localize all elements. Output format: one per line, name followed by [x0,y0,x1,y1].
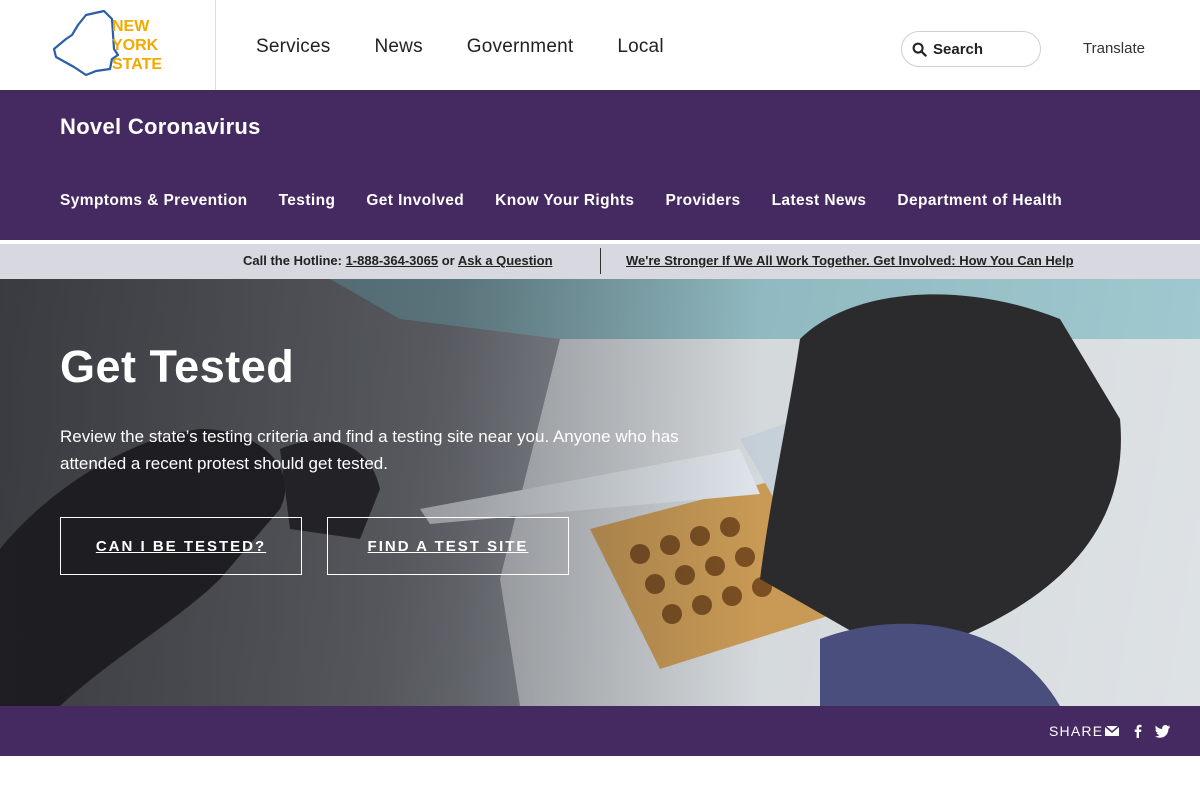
subnav-department-of-health[interactable]: Department of Health [897,192,1062,210]
get-involved-message: We're Stronger If We All Work Together. … [626,253,1074,268]
hotline-phone-link[interactable]: 1-888-364-3065 [346,253,439,268]
subnav-latest-news[interactable]: Latest News [772,192,867,210]
subnav-get-involved[interactable]: Get Involved [366,192,464,210]
primary-nav: Services News Government Local [256,36,664,58]
hero-banner: Get Tested Review the state’s testing cr… [0,279,1200,706]
get-involved-link[interactable]: We're Stronger If We All Work Together. … [626,253,1074,268]
search-icon [912,42,927,57]
hotline-prefix: Call the Hotline: [243,253,342,268]
coronavirus-header: Novel Coronavirus Symptoms & Prevention … [0,90,1200,240]
section-nav: Symptoms & Prevention Testing Get Involv… [60,192,1062,210]
header-divider [215,0,216,90]
share-bar: SHARE [0,706,1200,756]
find-test-site-button[interactable]: FIND A TEST SITE [327,517,569,575]
hotline-bar: Call the Hotline: 1-888-364-3065 or Ask … [0,244,1200,279]
site-header: NEW YORK STATE Services News Government … [0,0,1200,90]
nav-news[interactable]: News [374,36,422,58]
search-input[interactable]: Search [901,31,1041,67]
twitter-icon[interactable] [1155,723,1171,739]
hero-title: Get Tested [60,341,295,392]
nys-logo[interactable]: NEW YORK STATE [52,9,164,77]
ask-question-link[interactable]: Ask a Question [458,253,553,268]
subnav-symptoms-prevention[interactable]: Symptoms & Prevention [60,192,248,210]
section-title[interactable]: Novel Coronavirus [60,114,261,140]
translate-link[interactable]: Translate [1083,40,1145,57]
hotline-separator [600,248,601,274]
logo-word-3: STATE [112,56,162,73]
logo-word-2: YORK [112,37,159,54]
logo-word-1: NEW [112,18,150,35]
hero-description: Review the state’s testing criteria and … [60,427,679,473]
subnav-know-your-rights[interactable]: Know Your Rights [495,192,634,210]
share-label: SHARE [1049,723,1104,739]
can-i-be-tested-button[interactable]: CAN I BE TESTED? [60,517,302,575]
subnav-testing[interactable]: Testing [279,192,336,210]
hotline-text: Call the Hotline: 1-888-364-3065 or Ask … [243,253,553,268]
subnav-providers[interactable]: Providers [665,192,740,210]
facebook-icon[interactable] [1130,723,1146,739]
nav-government[interactable]: Government [467,36,574,58]
email-icon[interactable] [1104,723,1120,739]
search-label: Search [933,40,984,58]
nav-services[interactable]: Services [256,36,330,58]
hotline-or: or [441,253,455,268]
nav-local[interactable]: Local [617,36,663,58]
